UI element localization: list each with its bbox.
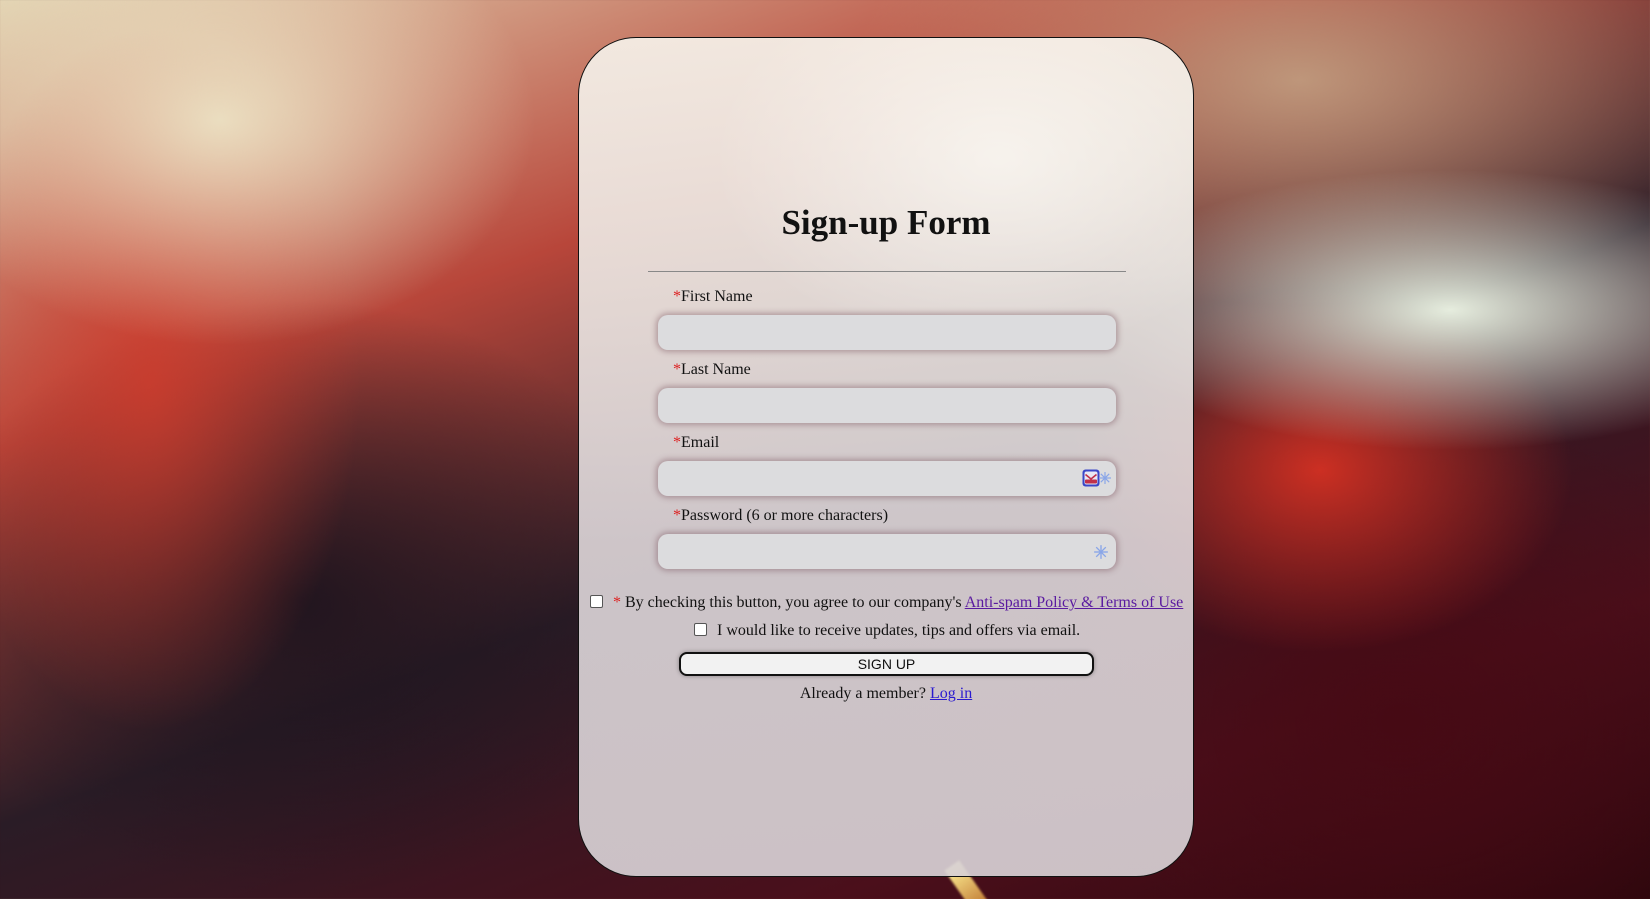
already-member-row: Already a member? Log in — [579, 685, 1193, 703]
updates-text: I would like to receive updates, tips an… — [717, 622, 1081, 639]
signup-button[interactable]: SIGN UP — [679, 652, 1094, 676]
title-divider — [648, 271, 1126, 272]
updates-checkbox[interactable] — [694, 622, 707, 636]
password-label: *Password (6 or more characters) — [673, 507, 888, 525]
login-link[interactable]: Log in — [930, 685, 972, 702]
password-field[interactable] — [658, 534, 1116, 569]
already-member-text: Already a member? — [799, 685, 930, 702]
password-label-text: Password (6 or more characters) — [681, 507, 889, 524]
terms-row: * By checking this button, you agree to … — [590, 594, 1193, 612]
terms-required-marker: * — [613, 594, 621, 611]
last-name-label-text: Last Name — [681, 361, 751, 378]
email-field[interactable] — [658, 461, 1116, 496]
updates-row: I would like to receive updates, tips an… — [694, 622, 1193, 640]
first-name-field[interactable] — [658, 315, 1116, 350]
last-name-label: *Last Name — [673, 361, 751, 379]
first-name-label-text: First Name — [681, 288, 753, 305]
sparkle-icon — [1099, 472, 1111, 484]
sparkle-icon — [1094, 545, 1108, 559]
last-name-field[interactable] — [658, 388, 1116, 423]
signup-form-card: Sign-up Form *First Name *Last Name *Ema… — [578, 37, 1194, 877]
required-marker: * — [673, 434, 681, 451]
email-label: *Email — [673, 434, 719, 452]
terms-link[interactable]: Anti-spam Policy & Terms of Use — [965, 594, 1184, 611]
terms-text: By checking this button, you agree to ou… — [621, 594, 965, 611]
form-title: Sign-up Form — [781, 203, 991, 242]
terms-checkbox[interactable] — [590, 594, 603, 608]
required-marker: * — [673, 507, 681, 524]
required-marker: * — [673, 288, 681, 305]
first-name-label: *First Name — [673, 288, 753, 306]
required-marker: * — [673, 361, 681, 378]
email-label-text: Email — [681, 434, 720, 451]
